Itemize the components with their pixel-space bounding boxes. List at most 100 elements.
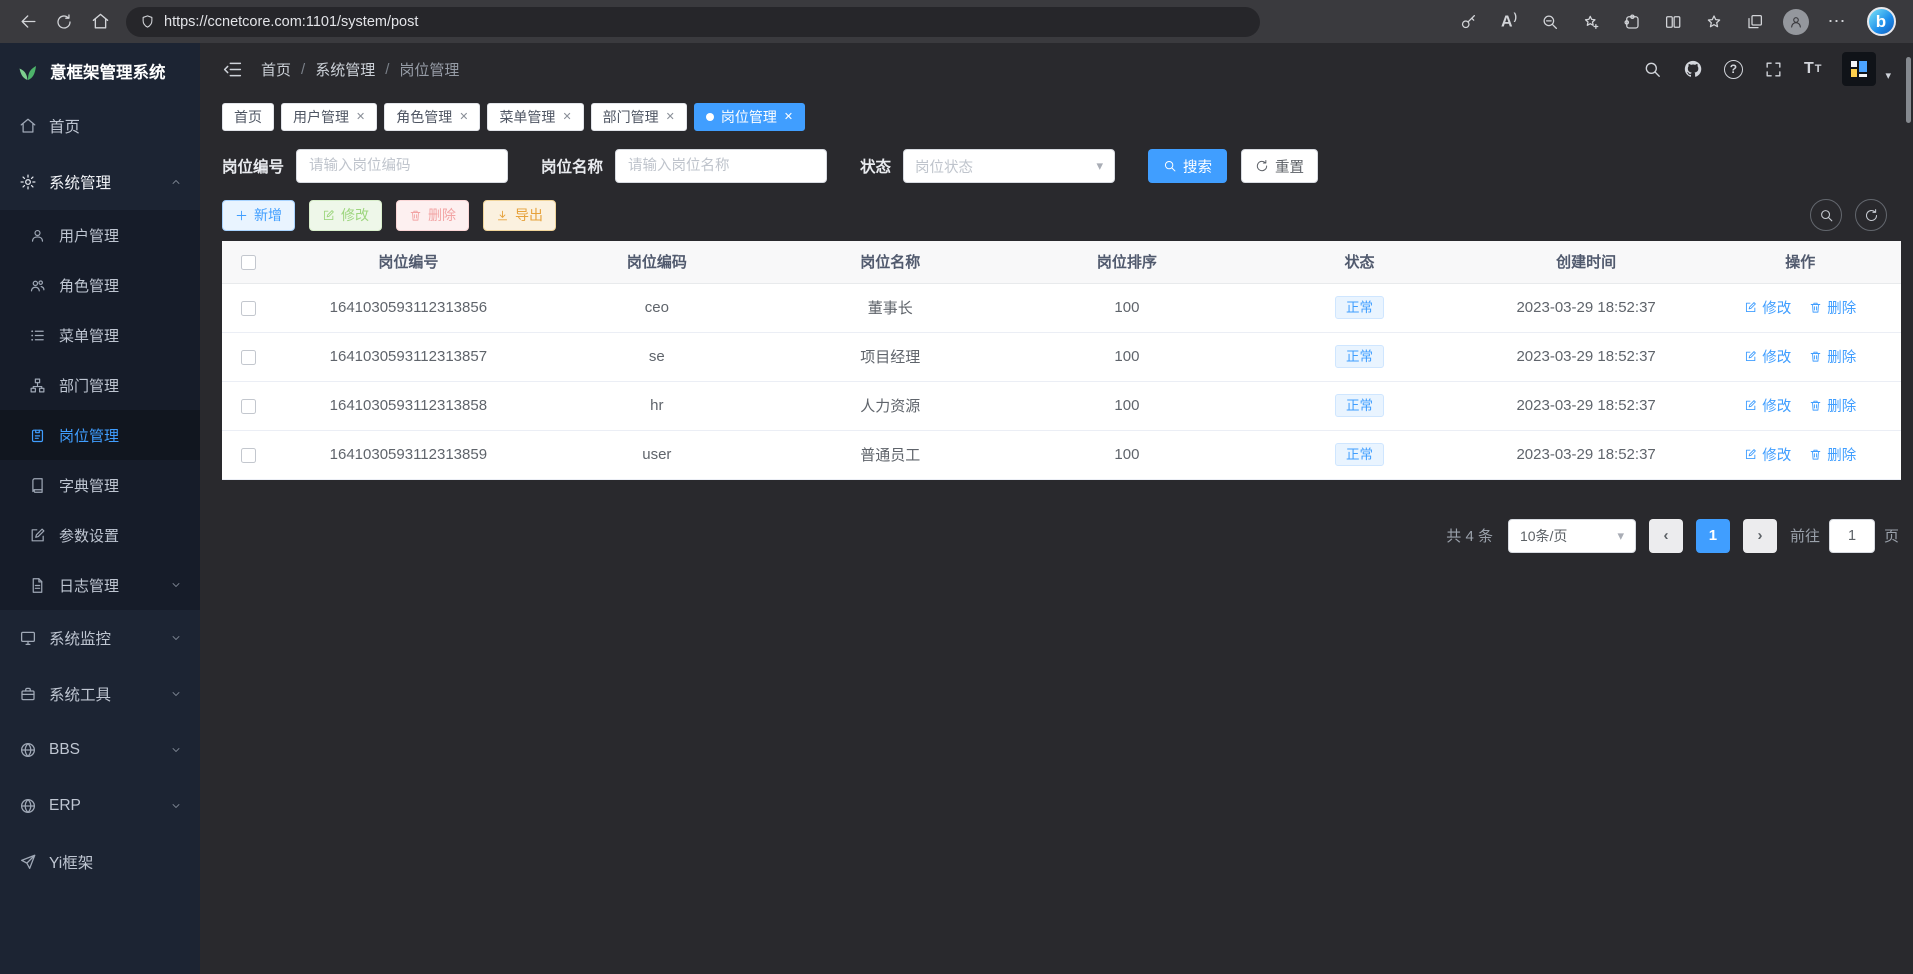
row-checkbox[interactable] — [241, 301, 256, 316]
document-icon — [28, 577, 47, 594]
read-aloud-icon[interactable]: A — [1494, 5, 1524, 39]
site-info-icon[interactable] — [140, 14, 155, 29]
fullscreen-icon[interactable] — [1764, 60, 1783, 79]
breadcrumb-home[interactable]: 首页 — [261, 59, 291, 80]
user-avatar[interactable] — [1842, 52, 1876, 86]
breadcrumb-system-mgmt[interactable]: 系统管理 — [315, 59, 375, 80]
add-button[interactable]: 新增 — [222, 200, 295, 231]
sidebar-item-menu-mgmt[interactable]: 菜单管理 — [0, 310, 200, 360]
search-icon[interactable] — [1643, 60, 1662, 79]
tab-menu-mgmt[interactable]: 菜单管理 ✕ — [487, 103, 583, 131]
address-bar[interactable]: https://ccnetcore.com:1101/system/post — [126, 7, 1260, 37]
next-page-button[interactable]: › — [1743, 519, 1777, 553]
sidebar-collapse-icon[interactable] — [222, 59, 243, 80]
post-sort-cell: 100 — [1008, 381, 1246, 430]
row-checkbox[interactable] — [241, 448, 256, 463]
sidebar-item-home[interactable]: 首页 — [0, 98, 200, 154]
tab-post-mgmt[interactable]: 岗位管理 ✕ — [694, 103, 805, 131]
paper-plane-icon — [18, 853, 37, 871]
row-edit-button[interactable]: 修改 — [1744, 395, 1791, 416]
chevron-down-icon — [170, 632, 182, 644]
home-button[interactable] — [82, 5, 118, 39]
tab-role-mgmt[interactable]: 角色管理 ✕ — [384, 103, 480, 131]
zoom-out-icon[interactable] — [1535, 5, 1565, 39]
close-icon[interactable]: ✕ — [562, 110, 571, 123]
post-sort-cell: 100 — [1008, 283, 1246, 332]
collections-icon[interactable] — [1740, 5, 1770, 39]
row-edit-button[interactable]: 修改 — [1744, 346, 1791, 367]
row-checkbox[interactable] — [241, 350, 256, 365]
delete-button[interactable]: 删除 — [396, 200, 469, 231]
row-edit-button[interactable]: 修改 — [1744, 297, 1791, 318]
sidebar-item-yi-framework[interactable]: Yi框架 — [0, 834, 200, 890]
browser-menu-icon[interactable]: ⋯ — [1822, 5, 1852, 39]
back-button[interactable] — [10, 5, 46, 39]
post-name-input[interactable] — [615, 149, 827, 183]
table-row: 1641030593112313859 user 普通员工 100 正常 202… — [222, 430, 1901, 479]
avatar-caret-icon[interactable]: ▾ — [1885, 69, 1891, 82]
browser-profile-icon[interactable] — [1781, 5, 1811, 39]
sidebar-item-system-mgmt[interactable]: 系统管理 — [0, 154, 200, 210]
row-edit-button[interactable]: 修改 — [1744, 444, 1791, 465]
page-scrollbar[interactable] — [1906, 57, 1911, 123]
bing-copilot-icon[interactable]: b — [1863, 5, 1899, 39]
refresh-table-icon[interactable] — [1855, 199, 1887, 231]
row-checkbox[interactable] — [241, 399, 256, 414]
created-cell: 2023-03-29 18:52:37 — [1473, 332, 1700, 381]
search-button[interactable]: 搜索 — [1148, 149, 1227, 183]
select-all-checkbox[interactable] — [241, 255, 256, 270]
status-select[interactable]: 岗位状态 ▾ — [903, 149, 1115, 183]
add-favorite-icon[interactable] — [1576, 5, 1606, 39]
font-size-icon[interactable]: TT — [1804, 60, 1822, 78]
github-icon[interactable] — [1683, 59, 1703, 79]
refresh-button[interactable] — [46, 5, 82, 39]
edit-button[interactable]: 修改 — [309, 200, 382, 231]
app-logo[interactable]: 意框架管理系统 — [0, 43, 200, 98]
user-icon — [28, 227, 47, 244]
tags-view-bar: 首页 用户管理 ✕ 角色管理 ✕ 菜单管理 ✕ 部门管理 ✕ 岗位管理 ✕ — [200, 95, 1913, 138]
sidebar-item-param-settings[interactable]: 参数设置 — [0, 510, 200, 560]
password-key-icon[interactable] — [1453, 5, 1483, 39]
sidebar-item-log-mgmt[interactable]: 日志管理 — [0, 560, 200, 610]
close-icon[interactable]: ✕ — [459, 110, 468, 123]
tab-dept-mgmt[interactable]: 部门管理 ✕ — [591, 103, 687, 131]
close-icon[interactable]: ✕ — [356, 110, 365, 123]
post-code-cell: hr — [541, 381, 773, 430]
page-size-select[interactable]: 10条/页 ▾ — [1508, 519, 1636, 553]
reset-button[interactable]: 重置 — [1241, 149, 1318, 183]
goto-page-input[interactable] — [1829, 519, 1875, 553]
extensions-icon[interactable] — [1617, 5, 1647, 39]
close-icon[interactable]: ✕ — [666, 110, 675, 123]
app-window: 意框架管理系统 首页 系统管理 用户管理 角色管理 — [0, 43, 1913, 974]
tab-home[interactable]: 首页 — [222, 103, 274, 131]
help-icon[interactable]: ? — [1724, 60, 1743, 79]
browser-toolbar: https://ccnetcore.com:1101/system/post A — [0, 0, 1913, 43]
sidebar-item-role-mgmt[interactable]: 角色管理 — [0, 260, 200, 310]
post-id-cell: 1641030593112313858 — [276, 381, 541, 430]
show-search-icon[interactable] — [1810, 199, 1842, 231]
sidebar-item-dept-mgmt[interactable]: 部门管理 — [0, 360, 200, 410]
goto-suffix: 页 — [1884, 525, 1899, 546]
sidebar-item-erp[interactable]: ERP — [0, 778, 200, 834]
favorites-icon[interactable] — [1699, 5, 1729, 39]
prev-page-button[interactable]: ‹ — [1649, 519, 1683, 553]
tab-user-mgmt[interactable]: 用户管理 ✕ — [281, 103, 377, 131]
row-delete-button[interactable]: 删除 — [1809, 297, 1856, 318]
export-button[interactable]: 导出 — [483, 200, 556, 231]
globe-icon — [18, 797, 37, 815]
close-icon[interactable]: ✕ — [784, 110, 793, 123]
caret-down-icon: ▾ — [1617, 528, 1624, 544]
sidebar-item-post-mgmt[interactable]: 岗位管理 — [0, 410, 200, 460]
monitor-icon — [18, 629, 37, 647]
row-delete-button[interactable]: 删除 — [1809, 346, 1856, 367]
split-screen-icon[interactable] — [1658, 5, 1688, 39]
page-number-button[interactable]: 1 — [1696, 519, 1730, 553]
sidebar-item-user-mgmt[interactable]: 用户管理 — [0, 210, 200, 260]
row-delete-button[interactable]: 删除 — [1809, 395, 1856, 416]
row-delete-button[interactable]: 删除 — [1809, 444, 1856, 465]
sidebar-item-system-tools[interactable]: 系统工具 — [0, 666, 200, 722]
sidebar-item-dict-mgmt[interactable]: 字典管理 — [0, 460, 200, 510]
sidebar-item-bbs[interactable]: BBS — [0, 722, 200, 778]
sidebar-item-system-monitor[interactable]: 系统监控 — [0, 610, 200, 666]
post-code-input[interactable] — [296, 149, 508, 183]
